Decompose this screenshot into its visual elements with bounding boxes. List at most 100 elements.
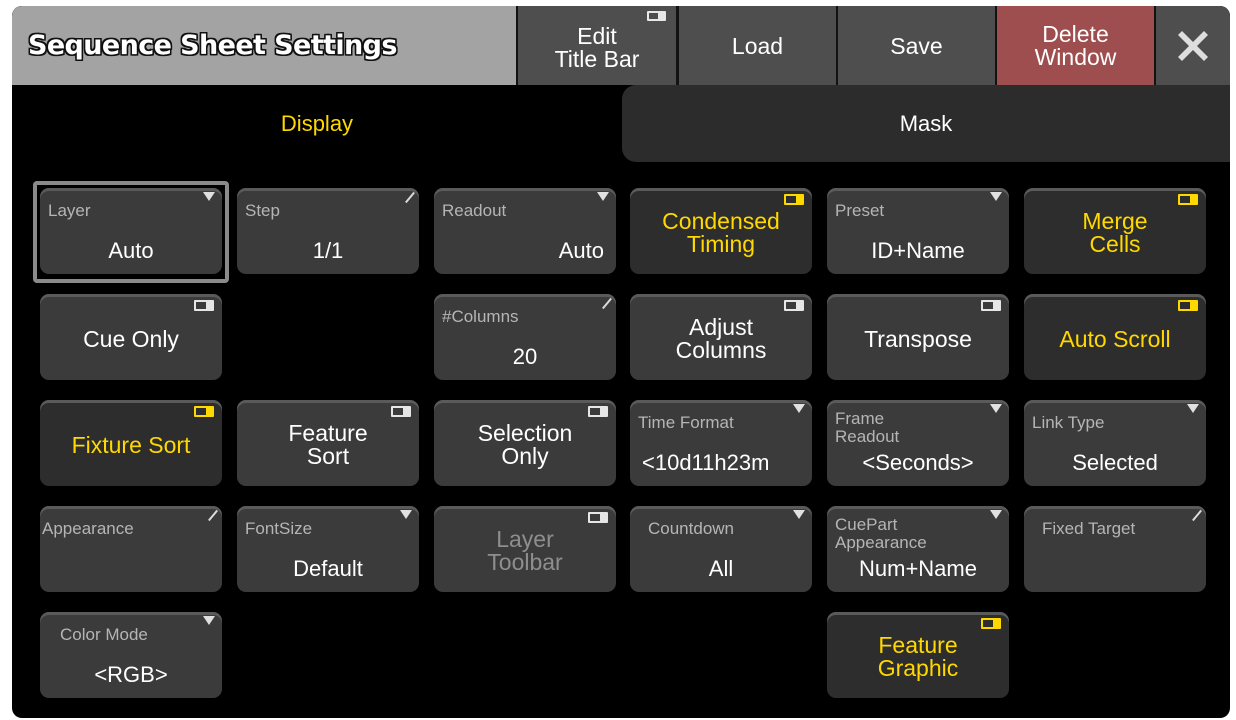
window-title: Sequence Sheet Settings <box>28 30 397 61</box>
frame-readout-button[interactable]: Frame Readout <Seconds> <box>827 400 1009 486</box>
cue-only-text: Cue Only <box>83 325 179 352</box>
merge-cells-line1: Merge <box>1082 208 1148 234</box>
countdown-button[interactable]: Countdown All <box>630 506 812 592</box>
selection-only-text: Selection Only <box>434 400 616 486</box>
tab-mask[interactable]: Mask <box>622 85 1230 162</box>
dropdown-arrow-icon <box>990 404 1002 413</box>
title-area[interactable]: Sequence Sheet Settings <box>12 6 516 85</box>
feature-sort-line1: Feature <box>288 420 368 446</box>
close-x-icon <box>1178 30 1208 61</box>
condensed-timing-text: Condensed Timing <box>630 188 812 274</box>
transpose-toggle[interactable]: Transpose <box>827 294 1009 380</box>
link-type-label: Link Type <box>1032 413 1105 432</box>
save-button-label: Save <box>890 32 943 59</box>
feature-sort-toggle[interactable]: Feature Sort <box>237 400 419 486</box>
auto-scroll-text: Auto Scroll <box>1059 325 1171 352</box>
countdown-label: Countdown <box>648 519 735 538</box>
dropdown-arrow-icon <box>203 192 215 201</box>
layer-toolbar-line2: Toolbar <box>487 549 563 575</box>
preset-label: Preset <box>835 201 885 220</box>
feature-sort-text: Feature Sort <box>237 400 419 486</box>
feature-graphic-line2: Graphic <box>877 655 959 681</box>
layer-label: Layer <box>48 201 91 220</box>
frame-readout-label-line1: Frame <box>835 409 885 428</box>
columns-label: #Columns <box>442 307 519 326</box>
condensed-timing-toggle[interactable]: Condensed Timing <box>630 188 812 274</box>
dropdown-arrow-icon <box>1187 404 1199 413</box>
dropdown-arrow-icon <box>793 510 805 519</box>
edit-slash-icon <box>602 297 612 310</box>
layer-value: Auto <box>108 238 154 263</box>
transpose-text: Transpose <box>864 325 972 352</box>
feature-graphic-toggle[interactable]: Feature Graphic <box>827 612 1009 698</box>
frame-readout-label-line2: Readout <box>835 427 900 446</box>
feature-graphic-text: Feature Graphic <box>827 612 1009 698</box>
dropdown-arrow-icon <box>597 192 609 201</box>
fixture-sort-toggle[interactable]: Fixture Sort <box>40 400 222 486</box>
edit-title-bar-toggle-icon <box>647 11 666 21</box>
edit-slash-icon <box>1192 509 1202 522</box>
edit-title-bar-label-line2: Title Bar <box>554 45 640 72</box>
preset-value: ID+Name <box>871 238 965 263</box>
step-value: 1/1 <box>312 238 344 263</box>
frame-readout-value: <Seconds> <box>862 450 974 475</box>
cue-only-toggle[interactable]: Cue Only <box>40 294 222 380</box>
delete-window-label-line1: Delete <box>1042 20 1109 47</box>
adjust-columns-line2: Columns <box>675 337 767 363</box>
step-label: Step <box>245 201 280 220</box>
layer-button[interactable]: Layer Auto <box>40 188 222 274</box>
tab-mask-label: Mask <box>899 110 953 136</box>
fixed-target-button[interactable]: Fixed Target <box>1024 506 1206 592</box>
selection-only-line2: Only <box>501 443 549 469</box>
font-size-button[interactable]: FontSize Default <box>237 506 419 592</box>
link-type-value: Selected <box>1072 450 1158 475</box>
color-mode-button[interactable]: Color Mode <RGB> <box>40 612 222 698</box>
readout-label: Readout <box>442 201 507 220</box>
selection-only-line1: Selection <box>477 420 573 446</box>
edit-slash-icon <box>208 509 218 522</box>
title-bar: Sequence Sheet Settings Edit Title Bar L… <box>12 6 1230 85</box>
time-format-button[interactable]: Time Format <10d11h23m <box>630 400 812 486</box>
columns-value: 20 <box>512 344 538 369</box>
time-format-value: <10d11h23m <box>642 450 770 475</box>
cuepart-appearance-button[interactable]: CuePart Appearance Num+Name <box>827 506 1009 592</box>
preset-button[interactable]: Preset ID+Name <box>827 188 1009 274</box>
save-button[interactable]: Save <box>838 6 995 85</box>
layer-toolbar-toggle[interactable]: Layer Toolbar <box>434 506 616 592</box>
load-button[interactable]: Load <box>679 6 836 85</box>
close-button[interactable] <box>1156 6 1230 85</box>
adjust-columns-toggle[interactable]: Adjust Columns <box>630 294 812 380</box>
link-type-button[interactable]: Link Type Selected <box>1024 400 1206 486</box>
readout-button[interactable]: Readout Auto <box>434 188 616 274</box>
layer-toolbar-line1: Layer <box>496 526 554 552</box>
font-size-value: Default <box>293 556 363 581</box>
tab-display[interactable]: Display <box>12 85 622 162</box>
step-button[interactable]: Step 1/1 <box>237 188 419 274</box>
cuepart-appearance-value: Num+Name <box>859 556 977 581</box>
columns-button[interactable]: #Columns 20 <box>434 294 616 380</box>
merge-cells-toggle[interactable]: Merge Cells <box>1024 188 1206 274</box>
auto-scroll-toggle[interactable]: Auto Scroll <box>1024 294 1206 380</box>
edit-title-bar-button[interactable]: Edit Title Bar <box>518 6 676 85</box>
condensed-timing-line1: Condensed <box>662 208 780 234</box>
dropdown-arrow-icon <box>990 510 1002 519</box>
edit-title-bar-label-line1: Edit <box>577 22 617 49</box>
appearance-label: Appearance <box>42 519 134 538</box>
edit-slash-icon <box>405 191 415 204</box>
countdown-value: All <box>708 556 734 581</box>
condensed-timing-line2: Timing <box>686 231 756 257</box>
dropdown-arrow-icon <box>990 192 1002 201</box>
appearance-button[interactable]: Appearance <box>40 506 222 592</box>
layer-toolbar-text: Layer Toolbar <box>434 506 616 592</box>
dropdown-arrow-icon <box>203 616 215 625</box>
selection-only-toggle[interactable]: Selection Only <box>434 400 616 486</box>
delete-window-button[interactable]: Delete Window <box>997 6 1154 85</box>
fixture-sort-text: Fixture Sort <box>71 431 191 458</box>
merge-cells-line2: Cells <box>1089 231 1141 257</box>
load-button-label: Load <box>731 32 784 59</box>
frame-readout-label: Frame Readout <box>835 410 899 446</box>
readout-value: Auto <box>558 238 604 263</box>
adjust-columns-text: Adjust Columns <box>630 294 812 380</box>
color-mode-value: <RGB> <box>94 662 168 687</box>
adjust-columns-line1: Adjust <box>689 314 753 340</box>
